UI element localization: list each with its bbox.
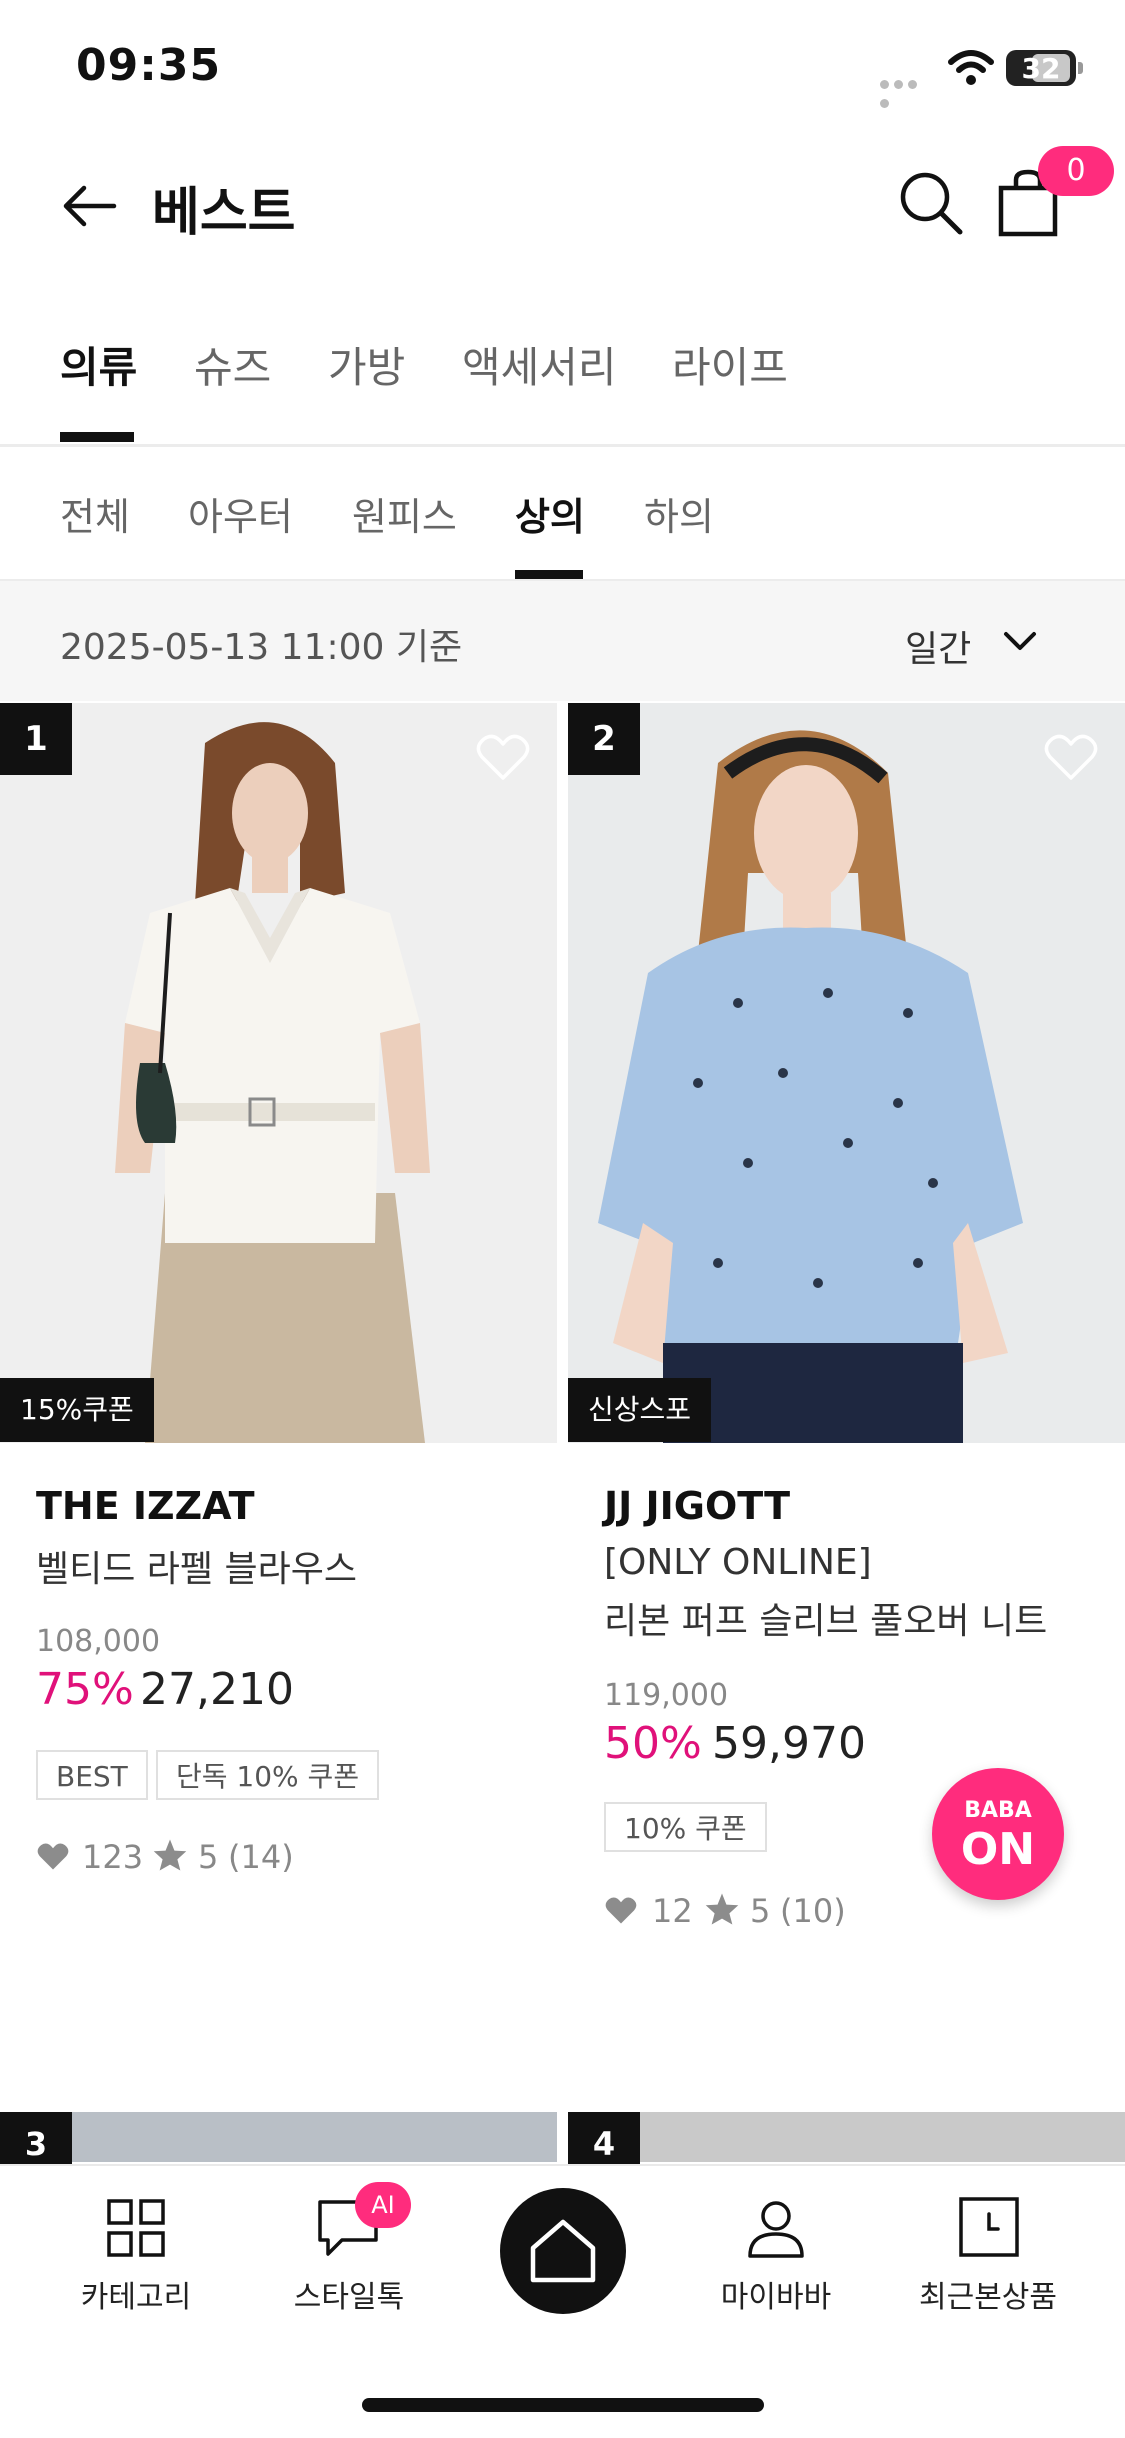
ai-badge: AI [355, 2182, 411, 2228]
home-button[interactable] [500, 2188, 626, 2314]
product-image[interactable] [568, 703, 1125, 1443]
battery-icon: 32 [1006, 50, 1076, 86]
baba-on-line1: BABA [964, 1798, 1032, 1823]
review-count: (10) [780, 1892, 846, 1930]
search-icon[interactable] [898, 170, 964, 240]
product-brand: JJ JIGOTT [604, 1484, 790, 1528]
heart-filled-icon [36, 1842, 70, 1876]
sub-tab-indicator [515, 570, 583, 579]
product-name-prefix[interactable]: [ONLY ONLINE] [604, 1542, 872, 1583]
subtab-tops[interactable]: 상의 [515, 486, 585, 541]
nav-styletalk[interactable]: 스타일톡 [259, 2272, 439, 2316]
sale-price: 27,210 [140, 1664, 294, 1715]
product-image[interactable] [0, 703, 557, 1443]
tab-clothing[interactable]: 의류 [60, 334, 137, 395]
sale-price: 59,970 [712, 1718, 866, 1769]
wifi-icon [948, 50, 994, 90]
tab-shoes[interactable]: 슈즈 [194, 334, 271, 395]
rank-badge: 1 [0, 703, 72, 775]
cart-count-badge[interactable]: 0 [1038, 146, 1114, 196]
ranking-date: 2025-05-13 11:00 기준 [60, 627, 463, 668]
subtab-all[interactable]: 전체 [60, 486, 130, 541]
category-grid-icon[interactable] [106, 2198, 166, 2262]
product-brand: THE IZZAT [36, 1484, 255, 1528]
like-count: 123 [82, 1838, 144, 1876]
product-name[interactable]: 벨티드 라펠 블라우스 [36, 1540, 357, 1592]
subtab-bottoms[interactable]: 하의 [644, 486, 714, 541]
star-icon [152, 1838, 188, 1876]
product-image[interactable] [568, 2112, 1125, 2162]
status-time: 09:35 [76, 40, 222, 91]
tab-bags[interactable]: 가방 [328, 334, 405, 395]
review-count: (14) [228, 1838, 294, 1876]
main-tab-indicator [60, 432, 134, 442]
rating: 5 [750, 1892, 771, 1930]
rank-badge: 2 [568, 703, 640, 775]
subtab-dress[interactable]: 원피스 [352, 486, 457, 541]
coupon-chip: 10% 쿠폰 [604, 1802, 767, 1852]
discount-rate: 75% [36, 1664, 134, 1715]
like-count: 12 [652, 1892, 693, 1930]
baba-on-line2: ON [960, 1824, 1036, 1875]
nav-mybaba[interactable]: 마이바바 [686, 2272, 866, 2316]
subtab-outer[interactable]: 아우터 [188, 486, 293, 541]
home-indicator [362, 2398, 764, 2412]
product-image[interactable] [0, 2112, 557, 2162]
star-icon [704, 1892, 740, 1930]
battery-level: 32 [1021, 52, 1061, 85]
period-dropdown[interactable]: 일간 [905, 620, 971, 672]
rating: 5 [198, 1838, 219, 1876]
chevron-down-icon[interactable] [1002, 630, 1038, 658]
original-price: 108,000 [36, 1624, 161, 1659]
tab-life[interactable]: 라이프 [672, 334, 788, 395]
divider [0, 444, 1125, 447]
back-arrow-icon[interactable] [60, 182, 118, 234]
tab-accessories[interactable]: 액세서리 [462, 334, 617, 395]
page-title: 베스트 [152, 183, 296, 243]
battery-cap [1078, 62, 1083, 74]
product-name[interactable]: 리본 퍼프 슬리브 풀오버 니트 [604, 1592, 1047, 1644]
promo-tag: 15%쿠폰 [0, 1378, 154, 1442]
heart-outline-icon[interactable] [1044, 734, 1098, 786]
nav-recent[interactable]: 최근본상품 [898, 2272, 1078, 2316]
coupon-chip: 단독 10% 쿠폰 [156, 1750, 380, 1800]
promo-tag: 신상스포 [568, 1378, 712, 1442]
cellular-signal-icon [880, 74, 934, 108]
original-price: 119,000 [604, 1678, 729, 1713]
best-chip: BEST [36, 1750, 148, 1800]
baba-on-button[interactable]: BABA ON [932, 1768, 1064, 1900]
discount-rate: 50% [604, 1718, 702, 1769]
nav-category[interactable]: 카테고리 [46, 2272, 226, 2316]
heart-filled-icon [604, 1896, 638, 1930]
recent-clock-icon[interactable] [958, 2196, 1020, 2262]
heart-outline-icon[interactable] [476, 734, 530, 786]
person-icon[interactable] [746, 2198, 806, 2264]
